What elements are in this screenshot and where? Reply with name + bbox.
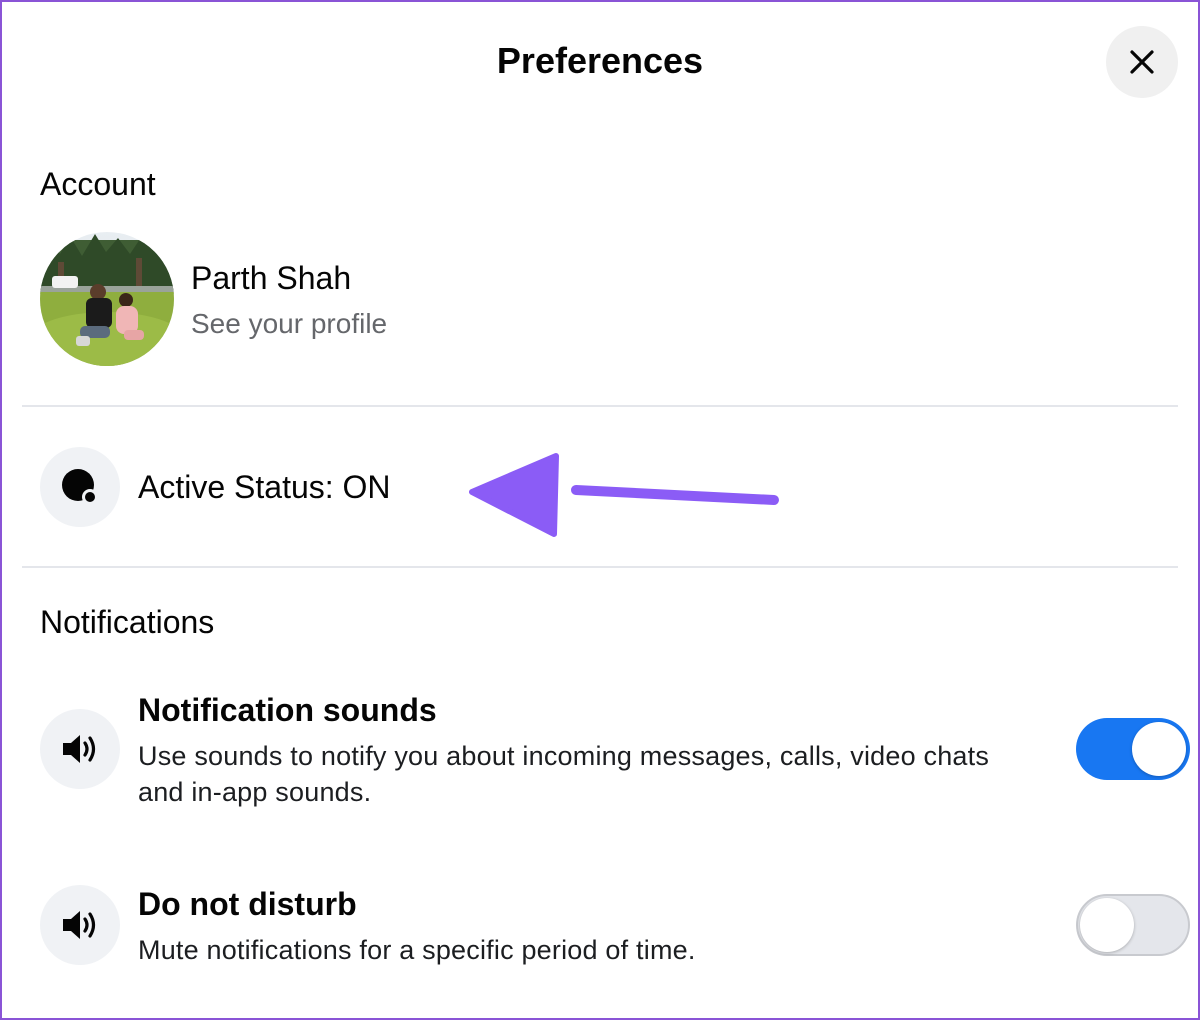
notification-sounds-title: Notification sounds bbox=[138, 692, 437, 728]
divider bbox=[22, 405, 1178, 407]
toggle-knob bbox=[1132, 722, 1186, 776]
notification-sounds-icon-button bbox=[40, 709, 120, 789]
active-status-button[interactable] bbox=[40, 447, 120, 527]
profile-name: Parth Shah bbox=[191, 260, 352, 296]
notification-sounds-toggle[interactable] bbox=[1076, 718, 1190, 780]
do-not-disturb-title: Do not disturb bbox=[138, 886, 357, 922]
profile-row[interactable]: Parth Shah See your profile bbox=[40, 232, 540, 368]
speaker-icon bbox=[63, 911, 96, 939]
active-status-label[interactable]: Active Status: ON bbox=[138, 469, 391, 506]
account-heading: Account bbox=[40, 166, 156, 202]
dialog-title: Preferences bbox=[496, 40, 704, 81]
preferences-dialog: Preferences Account Parth Shah See your … bbox=[0, 0, 1200, 1020]
close-icon bbox=[1130, 50, 1154, 74]
see-profile-link[interactable]: See your profile bbox=[191, 308, 387, 340]
speaker-icon bbox=[63, 735, 96, 763]
toggle-knob bbox=[1080, 898, 1134, 952]
do-not-disturb-description: Mute notifications for a specific period… bbox=[138, 935, 696, 965]
close-button[interactable] bbox=[1106, 26, 1178, 98]
avatar[interactable] bbox=[40, 232, 174, 366]
notifications-heading: Notifications bbox=[40, 604, 215, 640]
active-status-icon bbox=[62, 469, 98, 505]
do-not-disturb-toggle[interactable] bbox=[1076, 894, 1190, 956]
notification-sounds-description: Use sounds to notify you about incoming … bbox=[138, 741, 990, 807]
do-not-disturb-icon-button bbox=[40, 885, 120, 965]
annotation-arrow bbox=[469, 453, 779, 537]
divider bbox=[22, 566, 1178, 568]
